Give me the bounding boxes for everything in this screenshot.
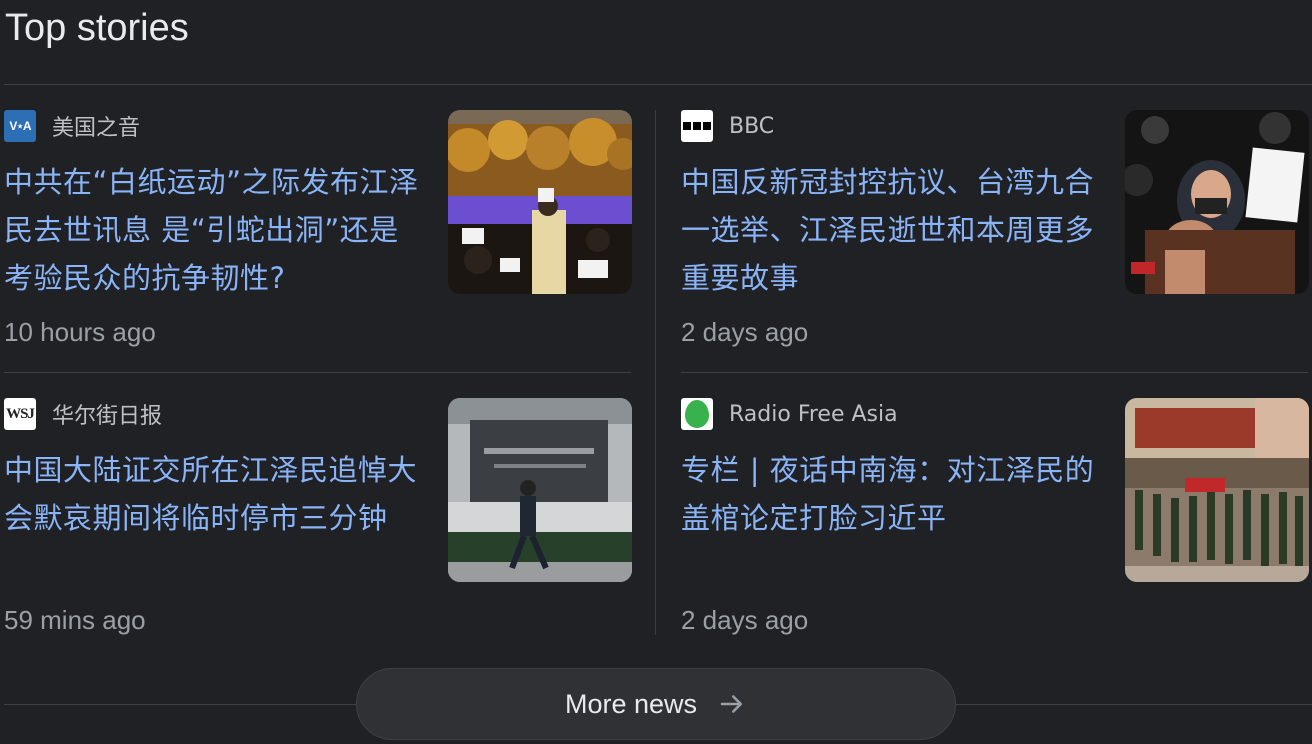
story-headline-link[interactable]: 专栏 | 夜话中南海：对江泽民的盖棺论定打脸习近平	[681, 446, 1101, 542]
story-source: V⋆A 美国之音	[4, 110, 140, 142]
story-thumbnail[interactable]	[1125, 110, 1309, 294]
story-time: 59 mins ago	[4, 605, 146, 635]
bbc-logo-icon	[681, 110, 713, 142]
divider	[4, 84, 1312, 85]
section-title: Top stories	[5, 7, 189, 49]
wsj-logo-icon: WSJ	[4, 398, 36, 430]
divider	[4, 704, 356, 705]
voa-logo-icon: V⋆A	[4, 110, 36, 142]
rfa-logo-icon	[681, 398, 713, 430]
row-divider-right	[681, 372, 1308, 373]
source-name: BBC	[729, 113, 775, 139]
story-source: BBC	[681, 110, 774, 142]
divider	[956, 704, 1312, 705]
column-divider	[655, 110, 656, 635]
story-source: Radio Free Asia	[681, 398, 898, 430]
story-thumbnail[interactable]	[1125, 398, 1309, 582]
row-divider-left	[4, 372, 631, 373]
source-name: Radio Free Asia	[729, 401, 898, 427]
story-card[interactable]: BBC 中国反新冠封控抗议、台湾九合一选举、江泽民逝世和本周更多重要故事 2 d…	[681, 110, 1309, 350]
arrow-right-icon	[720, 695, 743, 713]
story-card[interactable]: Radio Free Asia 专栏 | 夜话中南海：对江泽民的盖棺论定打脸习近…	[681, 398, 1309, 638]
story-thumbnail[interactable]	[448, 110, 632, 294]
story-card[interactable]: V⋆A 美国之音 中共在“白纸运动”之际发布江泽民去世讯息 是“引蛇出洞”还是考…	[4, 110, 632, 350]
source-name: 美国之音	[52, 116, 141, 141]
more-news-label: More news	[564, 688, 698, 719]
source-name: 华尔街日报	[52, 404, 163, 429]
story-headline-link[interactable]: 中国反新冠封控抗议、台湾九合一选举、江泽民逝世和本周更多重要故事	[681, 158, 1101, 302]
story-time: 10 hours ago	[4, 317, 156, 347]
story-headline-link[interactable]: 中国大陆证交所在江泽民追悼大会默哀期间将临时停市三分钟	[4, 446, 424, 542]
more-news-button[interactable]: More news	[356, 668, 956, 740]
story-time: 2 days ago	[681, 605, 809, 635]
story-card[interactable]: WSJ 华尔街日报 中国大陆证交所在江泽民追悼大会默哀期间将临时停市三分钟 59…	[4, 398, 632, 638]
story-headline-link[interactable]: 中共在“白纸运动”之际发布江泽民去世讯息 是“引蛇出洞”还是考验民众的抗争韧性?	[4, 158, 424, 302]
story-source: WSJ 华尔街日报	[4, 398, 162, 430]
story-thumbnail[interactable]	[448, 398, 632, 582]
top-stories-page: Top stories V⋆A 美国之音 中共在“白纸运动”之际发布江泽民去世讯…	[0, 0, 1312, 744]
story-time: 2 days ago	[681, 317, 809, 347]
